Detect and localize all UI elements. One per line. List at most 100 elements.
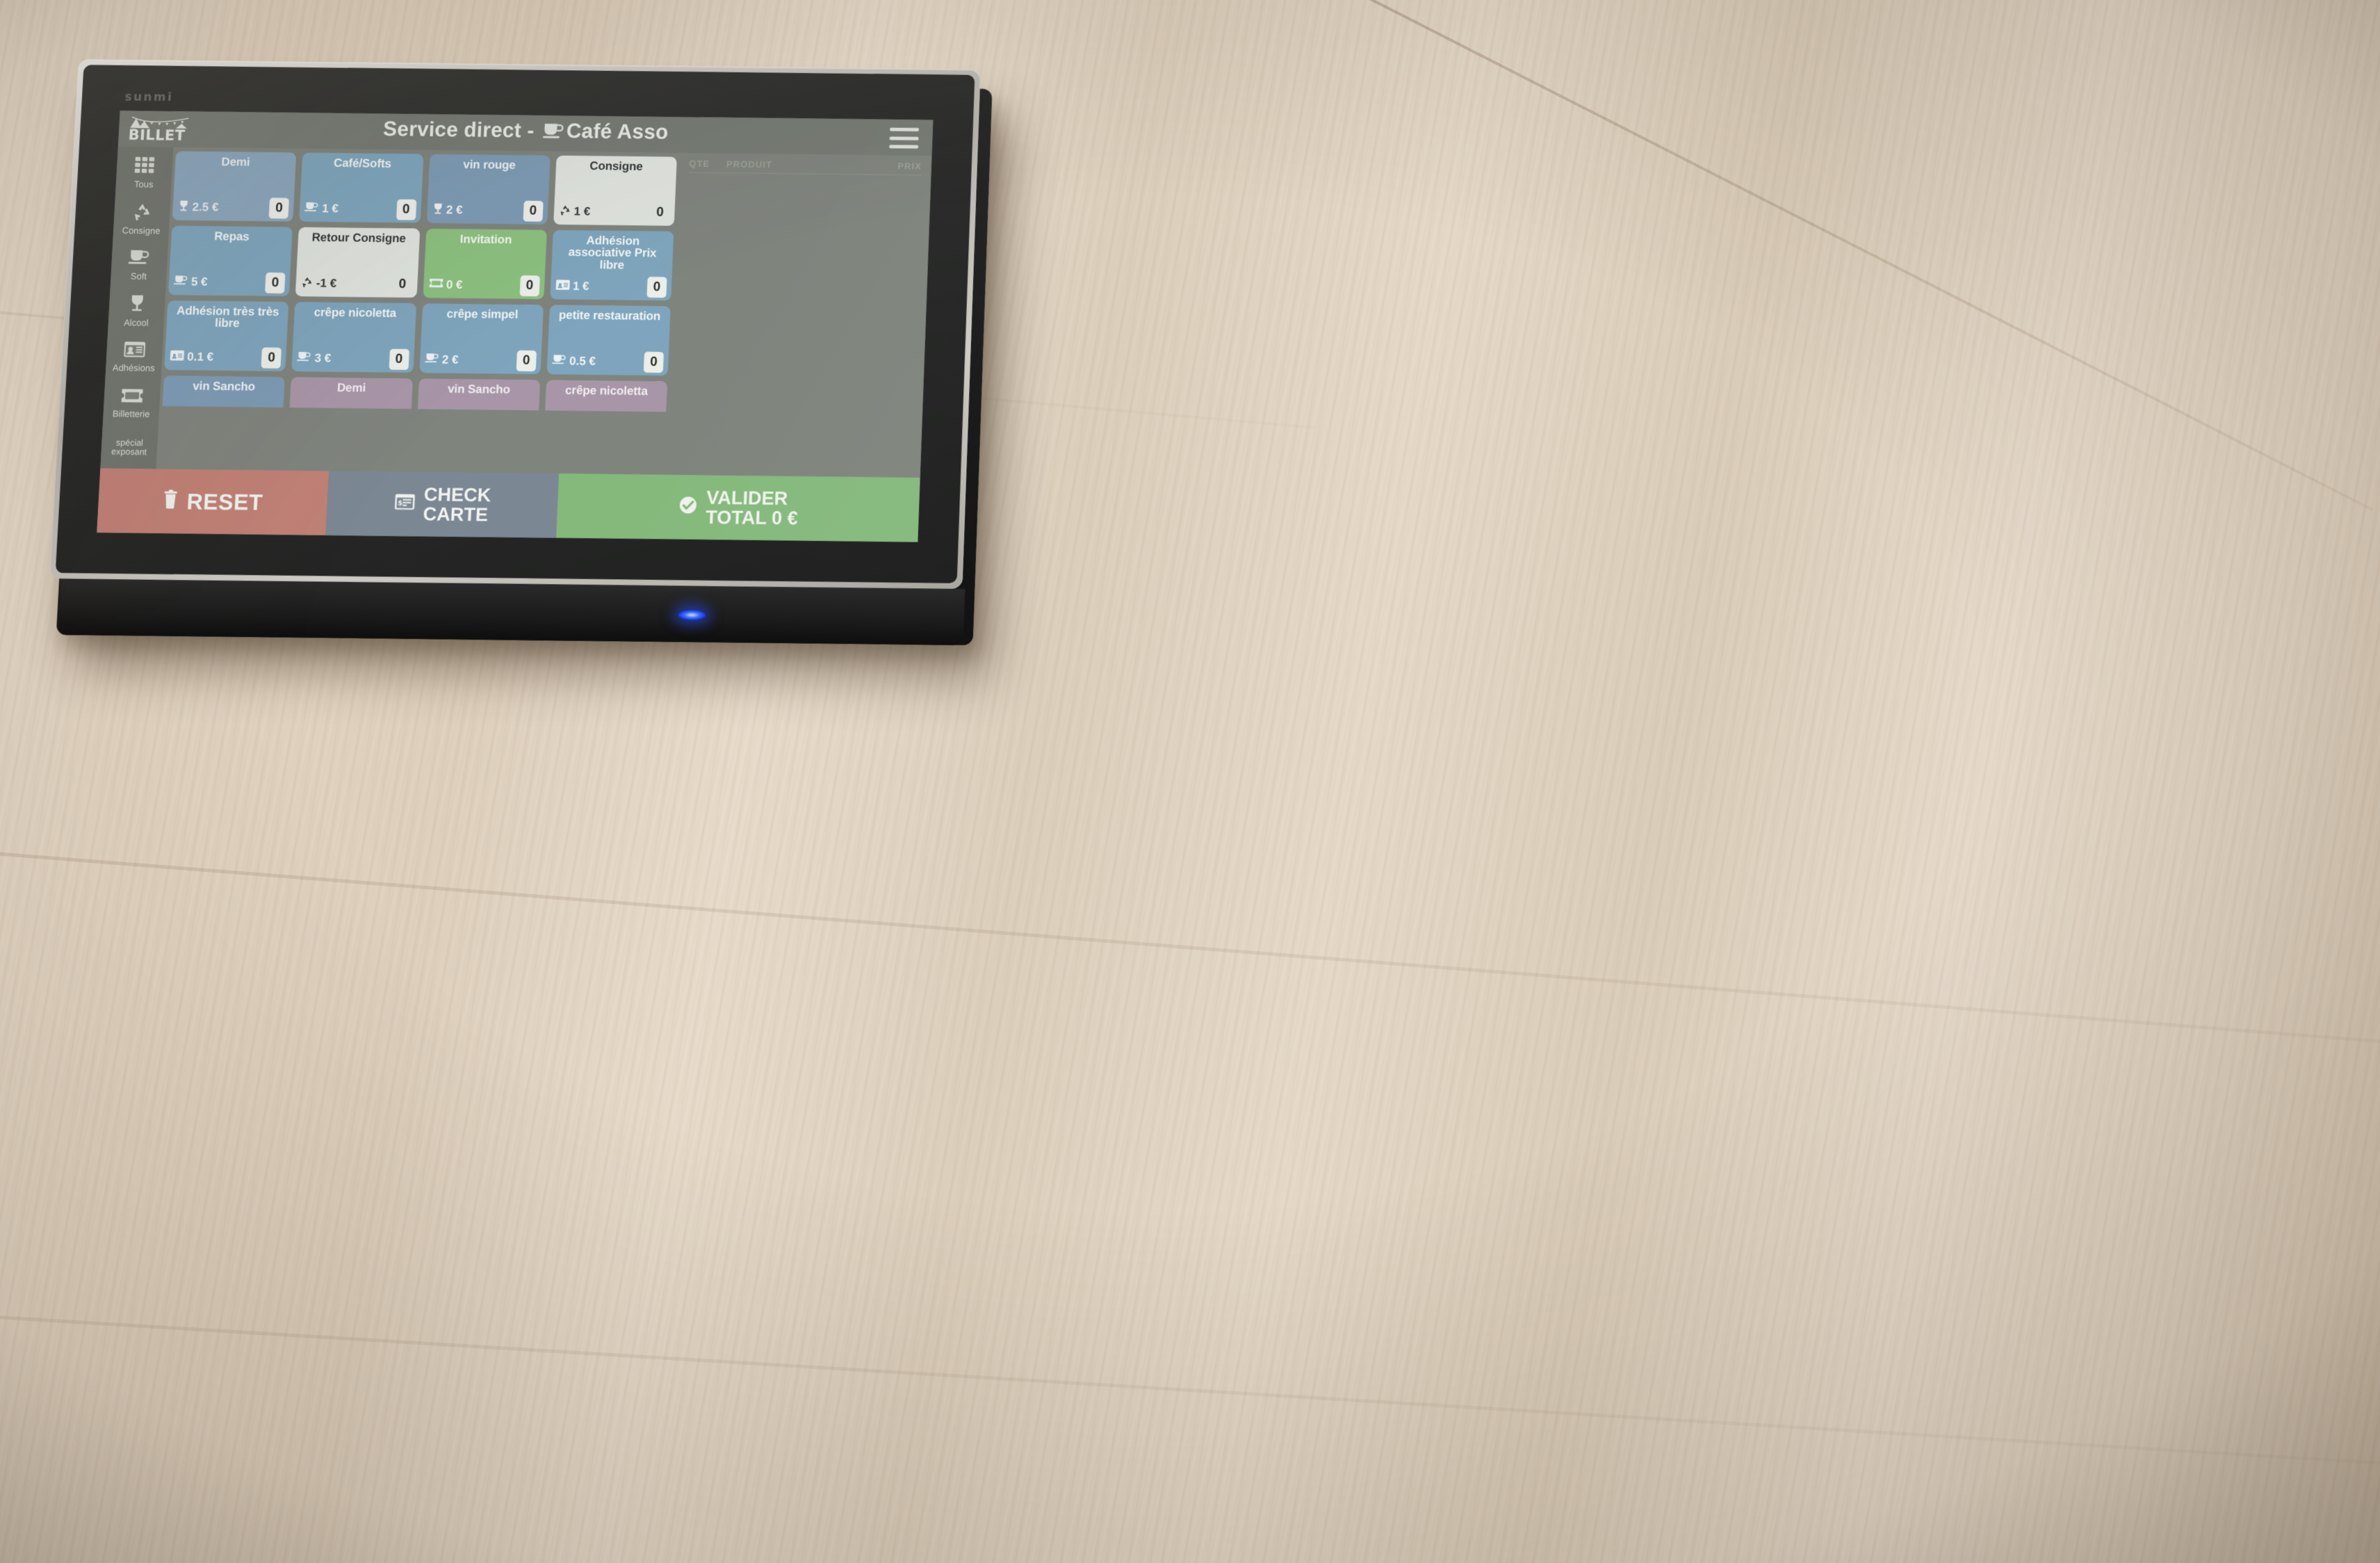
product-tile[interactable]: crêpe nicoletta 3 € 0 [291,302,416,373]
product-tile-name: vin rouge [462,158,516,172]
product-tile-price: 1 € [572,279,589,293]
product-tile-name: crêpe nicoletta [313,305,397,320]
validate-line1: VALIDER [706,487,789,509]
product-tile-quantity[interactable]: 0 [523,200,544,222]
product-tile-name: Café/Softs [333,156,392,170]
product-tile-quantity[interactable]: 0 [392,274,412,295]
product-tile-name: Repas [213,229,250,243]
check-card-line2: CARTE [423,503,489,526]
product-tile[interactable]: vin rouge 2 € 0 [426,154,551,225]
app-brand-logo: BILLET [128,114,193,144]
ticket-header-qte: QTE [689,158,710,170]
ticket-header-prix: PRIX [897,161,922,172]
product-tile-price-group: 1 € [558,204,591,219]
product-tile-quantity[interactable]: 0 [396,199,416,220]
wine-glass-icon [177,199,190,215]
product-tile-price-group: 2 € [424,352,459,368]
product-grid-area: Demi 2.5 € 0 Café/Softs 1 € 0 vin rouge [156,147,682,474]
power-led-indicator [678,609,706,621]
product-tile[interactable]: vin Sancho [162,375,286,412]
product-tile-name: Retour Consigne [311,230,407,245]
product-tile-footer: -1 € 0 [300,273,412,295]
product-tile[interactable]: Demi [288,377,413,412]
product-tile-name: Invitation [459,232,512,247]
product-tile[interactable]: Café/Softs 1 € 0 [299,152,424,223]
recycle-icon [300,275,313,291]
validate-line2: TOTAL 0 € [705,506,799,529]
coffee-cup-icon [128,248,152,270]
product-tile-price: 2 € [446,203,464,217]
wine-glass-icon [127,294,147,316]
recycle-icon [131,202,154,225]
check-card-button[interactable]: $ CHECK CARTE [325,471,560,538]
recycle-icon [303,277,313,288]
reset-button[interactable]: RESET [97,468,329,535]
order-ticket-panel: QTE PRODUIT PRIX [667,152,932,478]
sidebar-item-alcool[interactable]: Alcool [108,289,165,334]
product-tile-name: Demi [336,380,366,395]
product-tile-quantity[interactable]: 0 [516,350,537,372]
product-tile-price: -1 € [316,276,337,290]
product-tile[interactable]: Invitation 0 € 0 [423,228,547,300]
product-tile-quantity[interactable]: 0 [643,351,665,373]
sidebar-item-billetterie[interactable]: Billetterie [104,381,161,427]
product-tile-quantity[interactable]: 0 [389,348,409,371]
check-circle-icon [678,496,699,519]
product-tile-price-group: -1 € [300,275,337,291]
sidebar-item-tous[interactable]: Tous [116,151,172,196]
product-tile-footer: 0 € 0 [427,275,540,297]
card-reader-icon: $ [394,494,416,515]
product-tile-quantity[interactable]: 0 [268,197,290,219]
ticket-icon [429,278,443,288]
product-tile[interactable]: crêpe nicoletta [543,380,668,412]
product-tile-footer: 2 € 0 [431,200,544,222]
product-tile[interactable]: Consigne 1 € 0 [553,155,677,226]
coffee-cup-icon [297,352,311,362]
product-tile-price-group: 2.5 € [177,199,219,216]
product-tile-price-group: 0.1 € [170,350,214,365]
product-tile-quantity[interactable]: 0 [650,202,670,223]
product-tile[interactable]: vin Sancho [415,378,540,412]
action-bar: RESET $ CHECK CARTE VALIDER TOTAL 0 € [97,468,920,542]
sidebar-item-consigne[interactable]: Consigne [113,196,170,241]
ticket-header-produit: PRODUIT [726,159,773,170]
sunmi-brand-logo: sunmi [124,90,174,105]
coffee-cup-icon [173,274,188,289]
product-tile-quantity[interactable]: 0 [646,277,667,298]
coffee-cup-icon [424,352,439,367]
coffee-cup-icon [174,276,188,285]
coffee-cup-icon [551,355,566,364]
product-tile[interactable]: Adhésion très très libre 0.1 € 0 [164,300,289,372]
sidebar-item-soft[interactable]: Soft [111,243,168,288]
recycle-icon [560,205,570,216]
product-tile[interactable]: crêpe simpel 2 € 0 [418,303,544,375]
product-tile-price: 1 € [321,202,339,216]
sidebar-item-label: Tous [133,179,154,191]
product-tile-price: 5 € [190,275,209,289]
svg-text:$: $ [398,500,403,508]
wine-glass-icon [432,202,444,218]
product-tile[interactable]: petite restauration 0.5 € 0 [546,305,671,376]
trash-icon [162,488,179,514]
product-tile-quantity[interactable]: 0 [519,275,540,297]
product-tile-price-group: 0.5 € [551,353,596,369]
product-tile[interactable]: Adhésion associative Prix libre 1 € 0 [550,229,674,301]
product-tile-footer: 0.5 € 0 [551,350,665,373]
ticket-icon [120,388,145,407]
product-tile[interactable]: Demi 2.5 € 0 [172,151,297,222]
wine-glass-icon [180,200,188,211]
validate-button[interactable]: VALIDER TOTAL 0 € [556,473,920,542]
product-tile[interactable]: Repas 5 € 0 [168,225,293,297]
product-tile-price: 1 € [573,204,591,218]
product-tile[interactable]: Retour Consigne -1 € 0 [295,227,420,298]
plank-seam [1319,0,2374,512]
hamburger-menu-icon[interactable] [889,127,920,149]
sidebar-item-special-exposant[interactable]: spécial exposant [101,427,157,469]
page-title-suffix: Café Asso [566,120,669,144]
product-tile-quantity[interactable]: 0 [265,272,286,294]
sidebar-item-adhesions[interactable]: Adhésions [106,334,163,380]
product-tile-name: petite restauration [558,308,661,323]
product-tile-name: crêpe nicoletta [564,383,649,398]
sidebar-item-label: Consigne [122,225,161,236]
product-tile-quantity[interactable]: 0 [261,347,282,369]
